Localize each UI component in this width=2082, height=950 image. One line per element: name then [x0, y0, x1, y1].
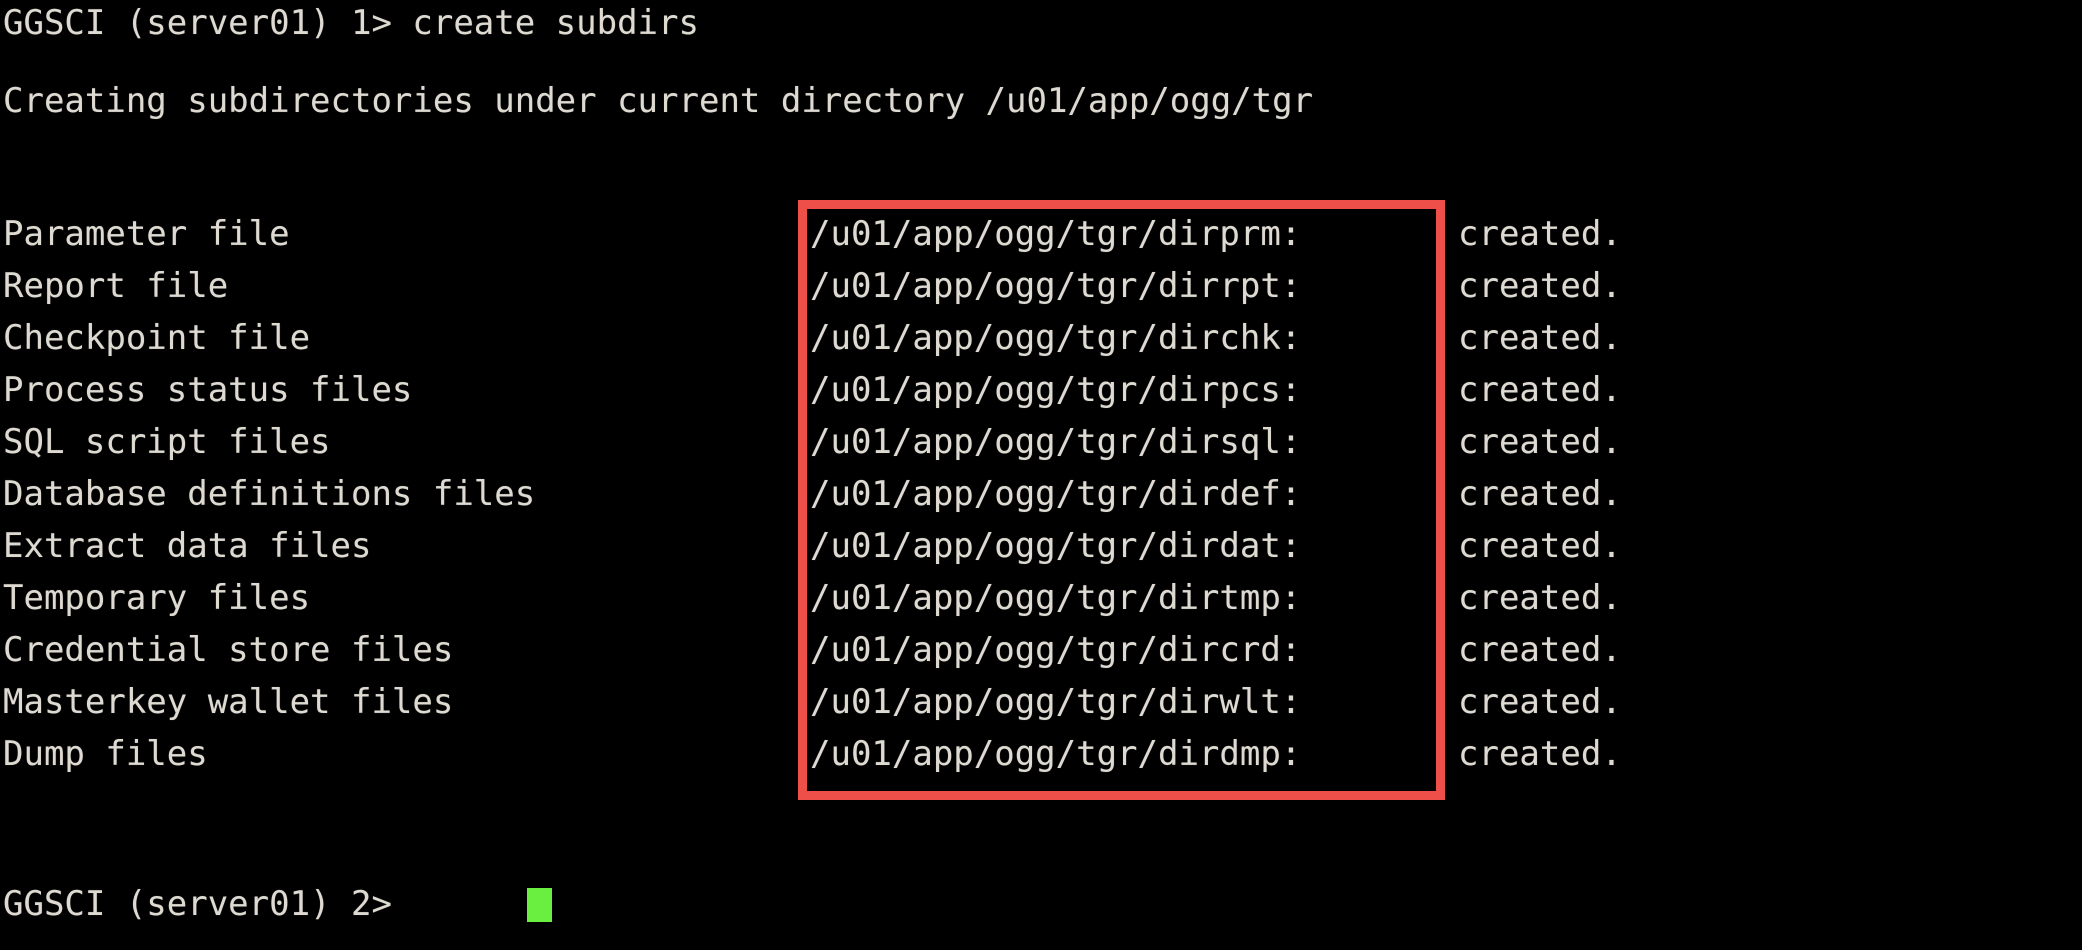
table-row: Parameter file/u01/app/ogg/tgr/dirprm: cr…	[0, 215, 2082, 254]
command-prompt-line: GGSCI (server01) 1> create subdirs	[3, 3, 699, 43]
table-row: Database definitions files/u01/app/ogg/t…	[0, 475, 2082, 514]
subdirectory-label: Extract data files	[3, 526, 372, 566]
next-prompt-line: GGSCI (server01) 2>	[3, 884, 413, 924]
subdirectory-path: /u01/app/ogg/tgr/dirdef:	[810, 474, 1302, 514]
subdirectory-label: Process status files	[3, 370, 413, 410]
subdirectory-label: Report file	[3, 266, 229, 306]
subdirectory-status: created.	[1458, 214, 1622, 254]
subdirectory-status: created.	[1458, 526, 1622, 566]
subdirectory-label: Credential store files	[3, 630, 454, 670]
table-row: Dump files/u01/app/ogg/tgr/dirdmp: create…	[0, 735, 2082, 774]
terminal-screen[interactable]: GGSCI (server01) 1> create subdirs Creat…	[0, 0, 2082, 950]
subdirectory-status: created.	[1458, 630, 1622, 670]
terminal-cursor	[527, 888, 552, 922]
subdirectory-status: created.	[1458, 318, 1622, 358]
table-row: SQL script files/u01/app/ogg/tgr/dirsql:…	[0, 423, 2082, 462]
subdirectory-path: /u01/app/ogg/tgr/dirwlt:	[810, 682, 1302, 722]
subdirectory-label: Database definitions files	[3, 474, 536, 514]
table-row: Extract data files/u01/app/ogg/tgr/dirda…	[0, 527, 2082, 566]
subdirectory-status: created.	[1458, 266, 1622, 306]
subdirectory-path: /u01/app/ogg/tgr/dirpcs:	[810, 370, 1302, 410]
table-row: Process status files/u01/app/ogg/tgr/dir…	[0, 371, 2082, 410]
subdirectory-status: created.	[1458, 422, 1622, 462]
subdirectory-label: Dump files	[3, 734, 208, 774]
status-message-line: Creating subdirectories under current di…	[3, 81, 1314, 121]
table-row: Report file/u01/app/ogg/tgr/dirrpt: creat…	[0, 267, 2082, 306]
subdirectory-status: created.	[1458, 682, 1622, 722]
subdirectory-label: Masterkey wallet files	[3, 682, 454, 722]
subdirectory-label: Parameter file	[3, 214, 290, 254]
table-row: Temporary files/u01/app/ogg/tgr/dirtmp: c…	[0, 579, 2082, 618]
subdirectory-path: /u01/app/ogg/tgr/dirprm:	[810, 214, 1302, 254]
subdirectory-path: /u01/app/ogg/tgr/dirchk:	[810, 318, 1302, 358]
subdirectory-path: /u01/app/ogg/tgr/dirsql:	[810, 422, 1302, 462]
subdirectory-label: SQL script files	[3, 422, 331, 462]
subdirectory-label: Temporary files	[3, 578, 311, 618]
table-row: Checkpoint file/u01/app/ogg/tgr/dirchk: c…	[0, 319, 2082, 358]
subdirectory-path: /u01/app/ogg/tgr/dirtmp:	[810, 578, 1302, 618]
subdirectory-path: /u01/app/ogg/tgr/dirdmp:	[810, 734, 1302, 774]
subdirectory-path: /u01/app/ogg/tgr/dirdat:	[810, 526, 1302, 566]
table-row: Credential store files/u01/app/ogg/tgr/d…	[0, 631, 2082, 670]
subdirectory-status: created.	[1458, 578, 1622, 618]
subdirectory-status: created.	[1458, 370, 1622, 410]
table-row: Masterkey wallet files/u01/app/ogg/tgr/d…	[0, 683, 2082, 722]
subdirectory-path: /u01/app/ogg/tgr/dircrd:	[810, 630, 1302, 670]
subdirectory-label: Checkpoint file	[3, 318, 311, 358]
subdirectory-path: /u01/app/ogg/tgr/dirrpt:	[810, 266, 1302, 306]
subdirectory-status: created.	[1458, 474, 1622, 514]
subdirectory-status: created.	[1458, 734, 1622, 774]
